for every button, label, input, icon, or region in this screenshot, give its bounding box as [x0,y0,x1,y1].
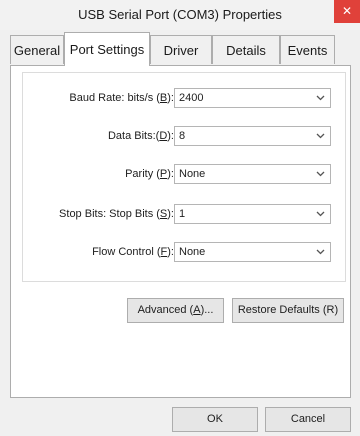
cancel-button[interactable]: Cancel [265,407,351,432]
advanced-button[interactable]: Advanced (A)... [127,298,224,323]
ok-button[interactable]: OK [172,407,258,432]
tab-driver[interactable]: Driver [150,35,212,64]
tab-label: General [13,43,61,58]
chevron-down-icon [316,133,325,139]
tab-label: Driver [163,43,199,58]
tab-label: Details [226,43,266,58]
ok-label: OK [207,413,223,425]
tab-label: Events [287,43,328,58]
cancel-label: Cancel [290,413,326,425]
baud-rate-label: Baud Rate: bits/s (B): [69,92,174,104]
stop-bits-label: Stop Bits: Stop Bits (S): [59,208,174,220]
close-icon: ✕ [341,4,353,18]
tab-port-settings[interactable]: Port Settings [64,32,150,66]
title-bar: USB Serial Port (COM3) Properties ✕ [0,0,360,30]
parity-value: None [179,168,206,180]
parity-label: Parity (P): [125,168,174,180]
flow-control-value: None [179,246,206,258]
data-bits-select[interactable]: 8 [174,126,331,146]
stop-bits-value: 1 [179,208,186,220]
baud-rate-value: 2400 [179,92,204,104]
restore-defaults-button[interactable]: Restore Defaults (R) [232,298,344,323]
chevron-down-icon [316,95,325,101]
flow-control-select[interactable]: None [174,242,331,262]
chevron-down-icon [316,249,325,255]
baud-rate-select[interactable]: 2400 [174,88,331,108]
window-title: USB Serial Port (COM3) Properties [78,7,282,22]
chevron-down-icon [316,211,325,217]
tab-events[interactable]: Events [280,35,335,64]
close-button[interactable]: ✕ [334,0,360,23]
data-bits-label: Data Bits:(D): [107,130,174,142]
tab-general[interactable]: General [10,35,64,64]
tab-details[interactable]: Details [212,35,280,64]
chevron-down-icon [316,171,325,177]
stop-bits-select[interactable]: 1 [174,204,331,224]
tab-label: Port Settings [69,42,145,57]
data-bits-value: 8 [179,130,186,142]
parity-select[interactable]: None [174,164,331,184]
flow-control-label: Flow Control (F): [92,246,174,258]
restore-defaults-label: Restore Defaults (R) [237,304,339,316]
